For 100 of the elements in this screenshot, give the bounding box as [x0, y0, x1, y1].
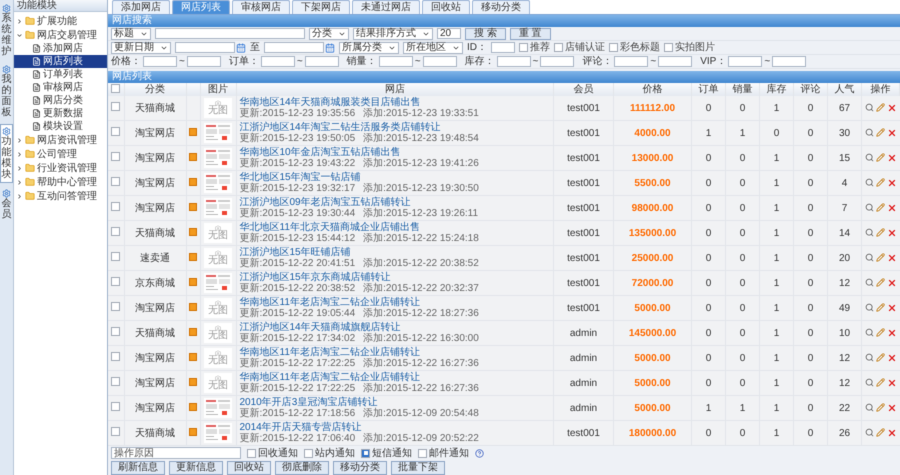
- shop-title-link[interactable]: 华南地区11年老店淘宝二钻企业店铺转让: [240, 347, 550, 358]
- shop-title-link[interactable]: 江浙沪地区14年淘宝二钻生活服务类店铺转让: [240, 122, 550, 133]
- shop-title-link[interactable]: 2014年开店天猫专营店转让: [240, 422, 550, 433]
- dropdown[interactable]: 所属分类: [339, 42, 399, 54]
- reason-field[interactable]: 操作原因: [111, 447, 241, 459]
- input-field[interactable]: [186, 56, 221, 67]
- input-field[interactable]: [614, 56, 648, 67]
- dropdown[interactable]: 更新日期: [111, 42, 171, 54]
- tree-item[interactable]: 审核网店: [14, 81, 107, 94]
- checkbox[interactable]: [111, 277, 120, 286]
- search-icon[interactable]: [864, 253, 874, 262]
- delete-icon[interactable]: [886, 202, 897, 212]
- checkbox[interactable]: [554, 43, 563, 52]
- pencil-icon[interactable]: [876, 103, 885, 112]
- tree-item[interactable]: 互动问答管理: [14, 189, 107, 203]
- side-tab[interactable]: 系统维护: [0, 2, 13, 59]
- search-icon[interactable]: [864, 378, 874, 387]
- delete-icon[interactable]: [886, 402, 897, 412]
- pencil-icon[interactable]: [876, 203, 885, 212]
- checkbox[interactable]: [111, 127, 120, 136]
- delete-icon[interactable]: [886, 302, 897, 312]
- dropdown[interactable]: 结果排序方式: [353, 28, 433, 40]
- action-button[interactable]: 彻底删除: [275, 461, 329, 475]
- pencil-icon[interactable]: [876, 153, 885, 162]
- delete-icon[interactable]: [886, 428, 897, 438]
- dropdown[interactable]: 标题: [111, 28, 151, 40]
- checkbox[interactable]: [609, 43, 618, 52]
- tree-item[interactable]: 网店资讯管理: [14, 133, 107, 147]
- tab[interactable]: 添加网店: [112, 0, 170, 14]
- checkbox[interactable]: [111, 377, 120, 386]
- delete-icon[interactable]: [886, 102, 897, 112]
- side-tab[interactable]: 功能模块: [0, 124, 13, 183]
- delete-icon[interactable]: [886, 252, 897, 262]
- tab[interactable]: 移动分类: [472, 0, 530, 14]
- checkbox[interactable]: [111, 177, 120, 186]
- checkbox[interactable]: [111, 302, 120, 311]
- search-icon[interactable]: [864, 228, 874, 237]
- pencil-icon[interactable]: [876, 428, 885, 437]
- pencil-icon[interactable]: [876, 353, 885, 362]
- checkbox[interactable]: [519, 43, 528, 52]
- action-button[interactable]: 移动分类: [333, 461, 387, 475]
- tree-item[interactable]: 添加网店: [14, 42, 107, 55]
- delete-icon[interactable]: [886, 228, 897, 238]
- shop-title-link[interactable]: 华南地区11年老店淘宝二钻企业店铺转让: [240, 297, 550, 308]
- input-field[interactable]: [143, 56, 177, 67]
- search-icon[interactable]: [864, 303, 874, 312]
- checkbox[interactable]: [111, 202, 120, 211]
- help-icon[interactable]: [475, 448, 484, 458]
- input-field[interactable]: [540, 56, 574, 67]
- pencil-icon[interactable]: [876, 378, 885, 387]
- pencil-icon[interactable]: [876, 178, 885, 187]
- delete-icon[interactable]: [886, 178, 897, 188]
- checkbox[interactable]: [418, 448, 427, 458]
- search-icon[interactable]: [864, 403, 874, 412]
- checkbox[interactable]: [247, 448, 256, 458]
- calendar-icon[interactable]: [236, 42, 246, 52]
- checkbox[interactable]: [111, 84, 120, 92]
- checkbox[interactable]: [664, 43, 673, 52]
- shop-title-link[interactable]: 华南地区10年金店淘宝五钻店铺出售: [240, 147, 550, 158]
- tree-item[interactable]: 更新数据: [14, 107, 107, 120]
- date-field[interactable]: [264, 42, 324, 53]
- delete-icon[interactable]: [886, 128, 897, 138]
- search-icon[interactable]: [864, 153, 874, 162]
- pencil-icon[interactable]: [876, 128, 885, 137]
- delete-icon[interactable]: [886, 378, 897, 388]
- tab[interactable]: 未通过网店: [352, 0, 420, 14]
- tree-item[interactable]: 公司管理: [14, 147, 107, 161]
- pencil-icon[interactable]: [876, 403, 885, 412]
- tab[interactable]: 回收站: [422, 0, 470, 14]
- search-icon[interactable]: [864, 203, 874, 212]
- input-field[interactable]: 20: [437, 28, 461, 39]
- input-field[interactable]: [496, 56, 531, 67]
- tree-item[interactable]: 帮助中心管理: [14, 175, 107, 189]
- search-icon[interactable]: [864, 178, 874, 187]
- tree-item[interactable]: 扩展功能: [14, 14, 107, 28]
- checkbox[interactable]: [111, 352, 120, 361]
- action-button[interactable]: 更新信息: [169, 461, 223, 475]
- tree-item[interactable]: 订单列表: [14, 68, 107, 81]
- input-field[interactable]: [491, 42, 515, 53]
- input-field[interactable]: [658, 56, 692, 67]
- search-field[interactable]: [155, 28, 305, 39]
- pencil-icon[interactable]: [876, 303, 885, 312]
- search-icon[interactable]: [864, 278, 874, 287]
- search-icon[interactable]: [864, 328, 874, 337]
- input-field[interactable]: [378, 56, 413, 67]
- pencil-icon[interactable]: [876, 253, 885, 262]
- checkbox[interactable]: [111, 152, 120, 161]
- checkbox[interactable]: [304, 448, 313, 458]
- shop-title-link[interactable]: 江浙沪地区15年旺铺店铺: [240, 247, 550, 258]
- input-field[interactable]: [260, 56, 295, 67]
- shop-title-link[interactable]: 华南地区14年天猫商城服装类目店铺出售: [240, 97, 550, 108]
- checkbox[interactable]: [361, 448, 370, 458]
- shop-title-link[interactable]: 华北地区15年淘宝一钻店铺: [240, 172, 550, 183]
- checkbox[interactable]: [111, 227, 120, 236]
- side-tab[interactable]: 会员: [0, 187, 13, 222]
- search-icon[interactable]: [864, 428, 874, 437]
- action-button[interactable]: 批量下架: [391, 461, 445, 475]
- delete-icon[interactable]: [886, 152, 897, 162]
- pencil-icon[interactable]: [876, 228, 885, 237]
- tree-item[interactable]: 模块设置: [14, 120, 107, 133]
